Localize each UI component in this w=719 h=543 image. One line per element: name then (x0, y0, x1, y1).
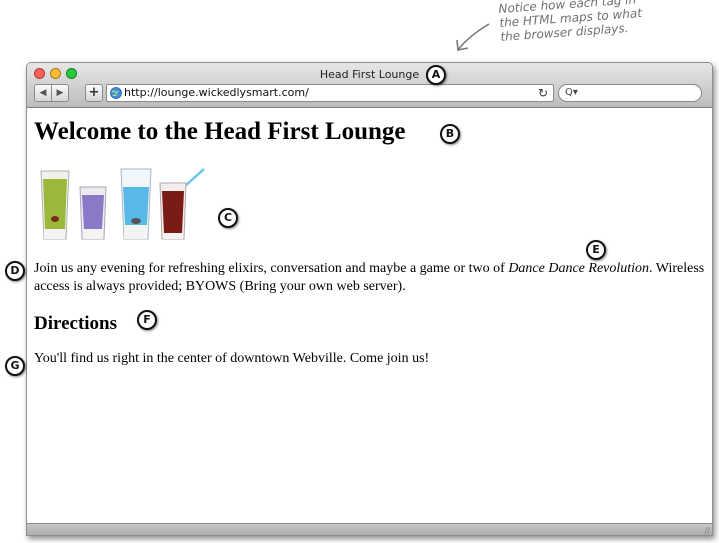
forward-arrow-icon: ▶ (56, 88, 64, 98)
forward-button[interactable]: ▶ (51, 84, 69, 102)
intro-emphasis: Dance Dance Revolution (508, 261, 650, 276)
directions-heading: Directions (34, 313, 118, 334)
title-bar: Head First Lounge ◀ ▶ + http://lounge.wi… (27, 63, 712, 108)
drinks-image (40, 168, 205, 240)
annotation-note: Notice how each tag in the HTML maps to … (498, 0, 700, 44)
directions-paragraph: You'll find us right in the center of do… (34, 351, 430, 366)
search-field[interactable]: Q▾ (558, 84, 702, 102)
callout-marker-f: F (137, 310, 157, 330)
intro-paragraph: Join us any evening for refreshing elixi… (34, 260, 710, 296)
reload-icon[interactable]: ↻ (538, 85, 548, 101)
browser-window: Head First Lounge ◀ ▶ + http://lounge.wi… (26, 62, 713, 536)
callout-marker-c: C (218, 208, 238, 228)
callout-marker-g: G (5, 356, 25, 376)
callout-marker-e: E (586, 240, 606, 260)
callout-marker-d: D (5, 261, 25, 281)
window-title: Head First Lounge (319, 68, 420, 81)
page-content: Welcome to the Head First Lounge Join us… (27, 108, 712, 523)
globe-icon (110, 87, 122, 99)
page-heading: Welcome to the Head First Lounge (34, 118, 406, 145)
back-button[interactable]: ◀ (34, 84, 52, 102)
plus-icon: + (88, 85, 100, 100)
annotation-arrow-icon (456, 23, 490, 51)
search-icon: Q▾ (565, 87, 578, 98)
add-bookmark-button[interactable]: + (85, 84, 103, 102)
callout-marker-a: A (426, 65, 446, 85)
resize-grip-icon[interactable]: ∕∕ (705, 526, 710, 535)
back-arrow-icon: ◀ (39, 88, 47, 98)
callout-marker-b: B (440, 124, 460, 144)
status-bar: ∕∕ (27, 523, 712, 535)
address-bar[interactable]: http://lounge.wickedlysmart.com/ ↻ (106, 84, 554, 102)
url-text: http://lounge.wickedlysmart.com/ (124, 86, 309, 99)
intro-text: Join us any evening for refreshing elixi… (34, 261, 509, 276)
